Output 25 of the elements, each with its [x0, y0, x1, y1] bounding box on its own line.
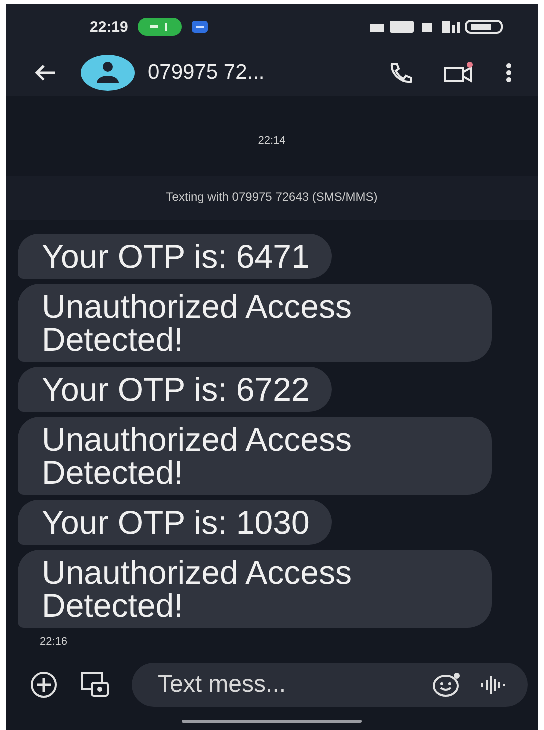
home-indicator[interactable] [182, 720, 362, 722]
back-arrow-icon[interactable] [34, 64, 56, 82]
message-bubble[interactable]: Your OTP is: 1030 [18, 500, 332, 545]
emoji-icon[interactable] [432, 672, 462, 698]
message-field[interactable]: Text mess... [132, 663, 528, 707]
add-icon[interactable] [30, 671, 58, 699]
message-timestamp: 22:16 [40, 636, 68, 648]
message-bubble[interactable]: Unauthorized Access Detected! [18, 284, 492, 362]
sms-info-banner: Texting with 079975 72643 (SMS/MMS) [6, 176, 538, 220]
message-bubble[interactable]: Unauthorized Access Detected! [18, 417, 492, 495]
contact-name[interactable]: 079975 72... [148, 61, 265, 85]
message-bubble[interactable]: Your OTP is: 6722 [18, 367, 332, 412]
status-time: 22:19 [90, 18, 128, 36]
gallery-icon[interactable] [80, 671, 110, 699]
message-input-field[interactable]: Text mess... [156, 670, 414, 700]
message-bubble[interactable]: Your OTP is: 6471 [18, 234, 332, 279]
video-camera-icon[interactable] [444, 62, 474, 84]
voice-icon[interactable] [480, 674, 506, 696]
phone-icon[interactable] [388, 62, 412, 84]
message-icon [192, 21, 208, 33]
call-indicator-icon [138, 18, 182, 36]
more-options-icon[interactable] [506, 63, 512, 83]
message-timestamp: 22:14 [258, 135, 286, 147]
message-bubble[interactable]: Unauthorized Access Detected! [18, 550, 492, 628]
avatar-icon[interactable] [80, 55, 136, 91]
